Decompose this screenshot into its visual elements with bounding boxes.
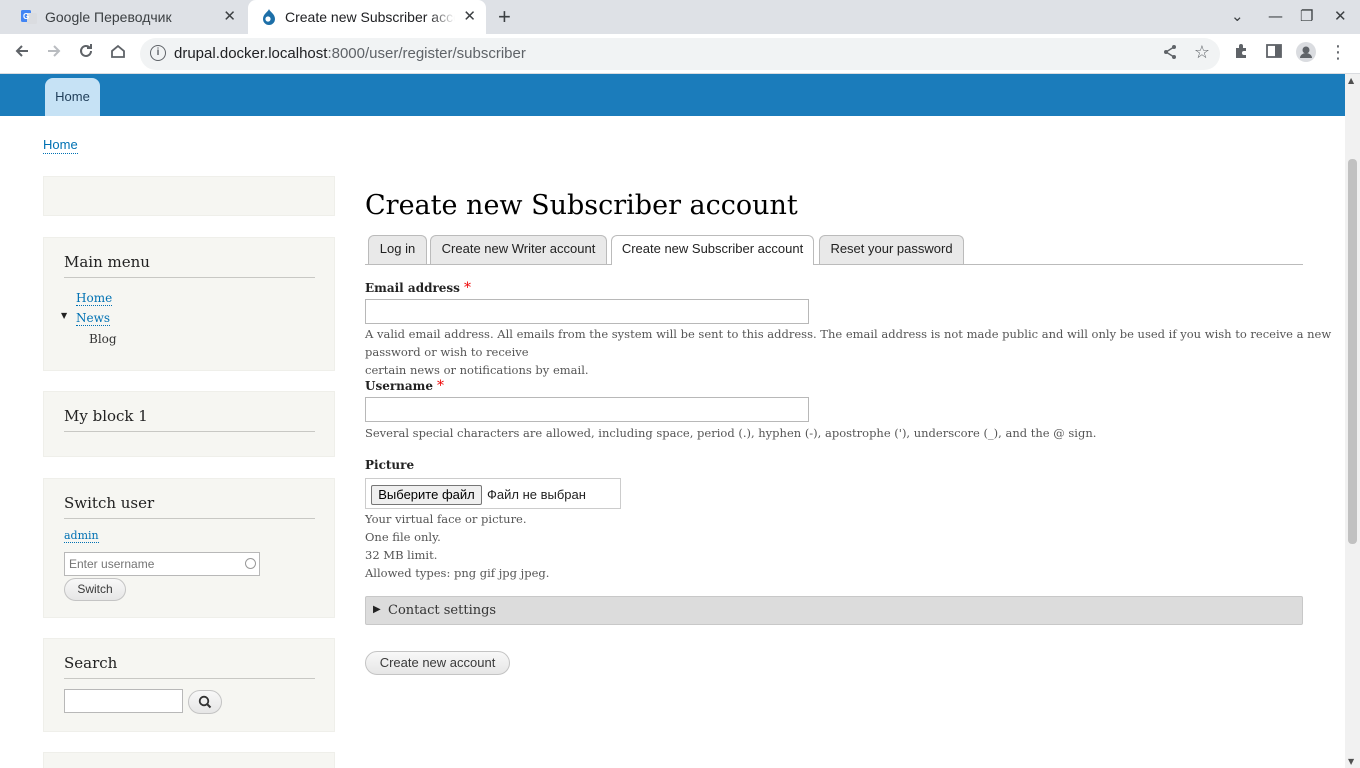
page-title: Create new Subscriber account [365,190,798,221]
picture-help: Your virtual face or picture. One file o… [365,512,550,580]
email-label: Email address * [365,280,471,296]
tab-search-icon[interactable]: ⌄ [1231,7,1244,25]
autocomplete-throbber-icon [245,558,256,569]
tab-create-writer-account[interactable]: Create new Writer account [430,235,607,264]
bookmark-star-icon[interactable]: ☆ [1190,42,1214,63]
switch-username-input[interactable] [64,552,260,576]
main-menu-title: Main menu [64,253,150,271]
page-scrollbar[interactable]: ▲ ▼ [1345,74,1360,768]
file-status-text: Файл не выбран [487,487,586,502]
search-icon [198,695,212,709]
username-description: Several special characters are allowed, … [365,426,1097,440]
block-divider [64,277,315,278]
switch-user-admin-link[interactable]: admin [64,529,99,543]
profile-avatar-icon[interactable] [1294,42,1318,67]
extensions-icon[interactable] [1230,42,1254,65]
browser-tab-active[interactable]: Create new Subscriber account ✕ [248,0,486,34]
my-block-1: My block 1 [43,391,335,457]
home-icon[interactable] [106,42,130,65]
minimize-icon[interactable]: — [1268,7,1283,25]
search-title: Search [64,654,118,672]
browser-tab-title: Create new Subscriber account [285,9,455,25]
search-block: Search [43,638,335,732]
tab-log-in[interactable]: Log in [368,235,427,264]
account-tabs: Log in Create new Writer account Create … [365,235,1303,265]
breadcrumb-home[interactable]: Home [43,137,78,154]
switch-button[interactable]: Switch [64,578,126,601]
close-tab-icon[interactable]: ✕ [463,7,476,25]
picture-label: Picture [365,458,415,472]
menu-item-home[interactable]: Home [76,291,113,306]
contact-settings-label: Contact settings [388,603,497,618]
new-tab-button[interactable]: + [498,4,511,30]
required-marker: * [463,280,471,296]
menu-item-blog[interactable]: Blog [89,332,117,346]
forward-icon[interactable] [42,42,66,65]
share-icon[interactable] [1158,44,1182,65]
sidebar-next-block [43,752,335,768]
expanded-triangle-icon: ▼ [61,311,68,320]
nav-tab-home[interactable]: Home [45,78,100,116]
search-button[interactable] [188,690,222,714]
create-account-button[interactable]: Create new account [365,651,510,675]
site-info-icon[interactable]: i [150,45,166,61]
browser-menu-icon[interactable]: ⋮ [1326,42,1350,63]
address-bar[interactable]: i drupal.docker.localhost:8000/user/regi… [140,38,1220,70]
block-divider [64,431,315,432]
scroll-up-arrow-icon[interactable]: ▲ [1348,76,1354,85]
contact-settings-toggle[interactable]: ▶ Contact settings [365,596,1303,625]
switch-user-block: Switch user admin Switch [43,478,335,618]
restore-icon[interactable]: ❐ [1300,7,1313,25]
my-block-title: My block 1 [64,407,148,425]
switch-user-title: Switch user [64,494,155,512]
svg-text:G: G [23,12,29,21]
browser-tab-title: Google Переводчик [45,9,172,25]
side-panel-icon[interactable] [1262,42,1286,65]
sidebar-empty-block [43,176,335,216]
email-description: A valid email address. All emails from t… [365,327,1332,377]
browser-tab-bar: G Google Переводчик ✕ Create new Subscri… [0,0,1360,34]
main-menu-block: Main menu Home ▼ News Blog [43,237,335,371]
scrollbar-thumb[interactable] [1348,159,1357,544]
scroll-down-arrow-icon[interactable]: ▼ [1348,757,1354,766]
menu-item-news[interactable]: News [76,311,111,326]
username-field[interactable] [365,397,809,422]
required-marker: * [437,378,445,394]
drupal-icon [263,9,275,25]
picture-file-input: Выберите файл Файл не выбран [365,478,621,509]
tab-reset-password[interactable]: Reset your password [819,235,964,264]
close-tab-icon[interactable]: ✕ [223,7,236,25]
tab-create-subscriber-account[interactable]: Create new Subscriber account [611,235,814,265]
block-divider [64,678,315,679]
block-divider [64,518,315,519]
collapsed-triangle-icon: ▶ [373,604,381,615]
email-field[interactable] [365,299,809,324]
choose-file-button[interactable]: Выберите файл [371,485,482,505]
site-top-nav: Home [0,74,1345,116]
close-window-icon[interactable]: ✕ [1334,7,1347,25]
page-viewport: Home Home Main menu Home ▼ News Blog My … [0,74,1345,768]
browser-toolbar: i drupal.docker.localhost:8000/user/regi… [0,34,1360,74]
reload-icon[interactable] [74,42,98,65]
search-input[interactable] [64,689,183,713]
browser-tab-google-translate[interactable]: G Google Переводчик ✕ [8,0,246,34]
google-translate-icon: G [21,10,37,24]
url-text: drupal.docker.localhost:8000/user/regist… [174,45,526,62]
username-label: Username * [365,378,445,394]
back-icon[interactable] [10,42,34,65]
